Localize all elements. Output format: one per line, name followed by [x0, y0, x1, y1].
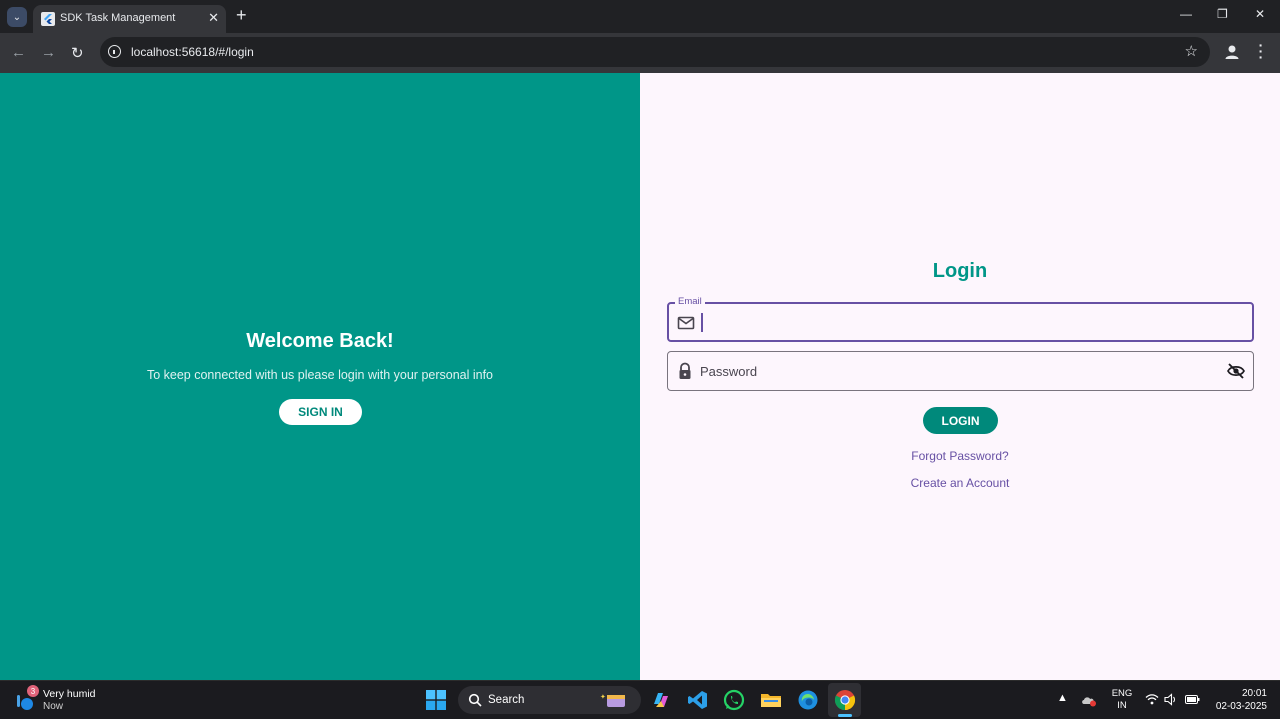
email-field[interactable]: Email [667, 296, 1254, 342]
login-button[interactable]: LOGIN [923, 407, 998, 434]
vscode-icon[interactable] [687, 689, 709, 711]
clock-time: 20:01 [1241, 688, 1267, 699]
address-bar[interactable]: localhost:56618/#/login ☆ [100, 37, 1210, 67]
weather-text[interactable]: Very humid [43, 688, 96, 700]
taskbar-search[interactable]: Search ✦ [458, 686, 641, 714]
flutter-icon [41, 12, 55, 26]
copilot-icon[interactable] [650, 689, 672, 711]
lang-region: IN [1117, 700, 1127, 711]
password-field[interactable] [667, 351, 1254, 391]
welcome-panel: Welcome Back! To keep connected with us … [0, 73, 640, 680]
restore-icon[interactable]: ❐ [1217, 7, 1228, 21]
search-icon [468, 693, 482, 707]
more-vertical-icon[interactable]: · · · [1258, 38, 1264, 64]
password-input[interactable] [700, 358, 1210, 384]
onedrive-icon[interactable] [1081, 693, 1097, 707]
battery-icon[interactable] [1185, 695, 1200, 704]
volume-icon[interactable] [1164, 693, 1178, 706]
sign-in-button[interactable]: SIGN IN [279, 399, 362, 425]
email-label: Email [675, 296, 705, 307]
lock-icon [679, 362, 691, 379]
windows-start-icon[interactable] [426, 690, 446, 710]
welcome-title: Welcome Back! [246, 330, 394, 352]
arrow-right-icon[interactable]: → [41, 44, 56, 61]
star-icon[interactable]: ☆ [1185, 42, 1198, 60]
notification-badge: 3 [27, 685, 39, 697]
minimize-icon[interactable]: — [1180, 7, 1192, 21]
active-app-indicator [838, 714, 852, 717]
window-close-icon[interactable]: ✕ [1255, 7, 1265, 21]
person-icon[interactable] [1224, 44, 1240, 60]
create-account-link[interactable]: Create an Account [640, 476, 1280, 490]
arrow-left-icon[interactable]: ← [11, 44, 26, 61]
chrome-icon[interactable] [834, 689, 856, 711]
info-icon[interactable] [108, 45, 121, 58]
eye-off-icon[interactable] [1226, 362, 1246, 380]
mail-icon [677, 316, 695, 330]
weather-subtext: Now [43, 701, 64, 712]
email-input[interactable] [701, 310, 1211, 336]
login-panel: Login Email LOGIN Forgot Password? Creat… [640, 73, 1280, 680]
tab-title: SDK Task Management [60, 12, 176, 24]
file-explorer-icon[interactable] [760, 689, 782, 711]
browser-toolbar: ← → ↻ localhost:56618/#/login ☆ · · · [0, 33, 1280, 73]
edge-icon[interactable] [797, 689, 819, 711]
lang-code: ENG [1111, 688, 1133, 699]
clock-date: 02-03-2025 [1215, 701, 1267, 712]
tab-search-chevron-down-icon[interactable]: ⌄ [7, 7, 27, 27]
plus-icon[interactable]: + [236, 5, 247, 25]
search-highlight-icon: ✦ [600, 693, 625, 707]
input-language[interactable]: ENG IN [1111, 688, 1133, 712]
app-page: Welcome Back! To keep connected with us … [0, 73, 1280, 680]
wifi-icon[interactable] [1145, 693, 1159, 705]
login-title: Login [932, 260, 988, 282]
browser-tab-bar: ⌄ SDK Task Management ✕ + — ❐ ✕ [0, 0, 1280, 33]
close-icon[interactable]: ✕ [208, 10, 219, 26]
svg-text:✦: ✦ [600, 693, 606, 701]
browser-tab[interactable]: SDK Task Management ✕ [33, 5, 226, 33]
forgot-password-link[interactable]: Forgot Password? [640, 449, 1280, 463]
welcome-subtitle: To keep connected with us please login w… [146, 368, 494, 382]
search-label: Search [488, 694, 525, 706]
windows-taskbar: 3 Very humid Now Search ✦ ▲ ENG IN 20:01… [0, 680, 1280, 719]
chevron-up-icon[interactable]: ▲ [1057, 692, 1068, 704]
reload-icon[interactable]: ↻ [71, 44, 84, 62]
clock[interactable]: 20:01 02-03-2025 [1205, 687, 1267, 713]
url-text[interactable]: localhost:56618/#/login [131, 45, 254, 59]
whatsapp-icon[interactable] [723, 689, 745, 711]
